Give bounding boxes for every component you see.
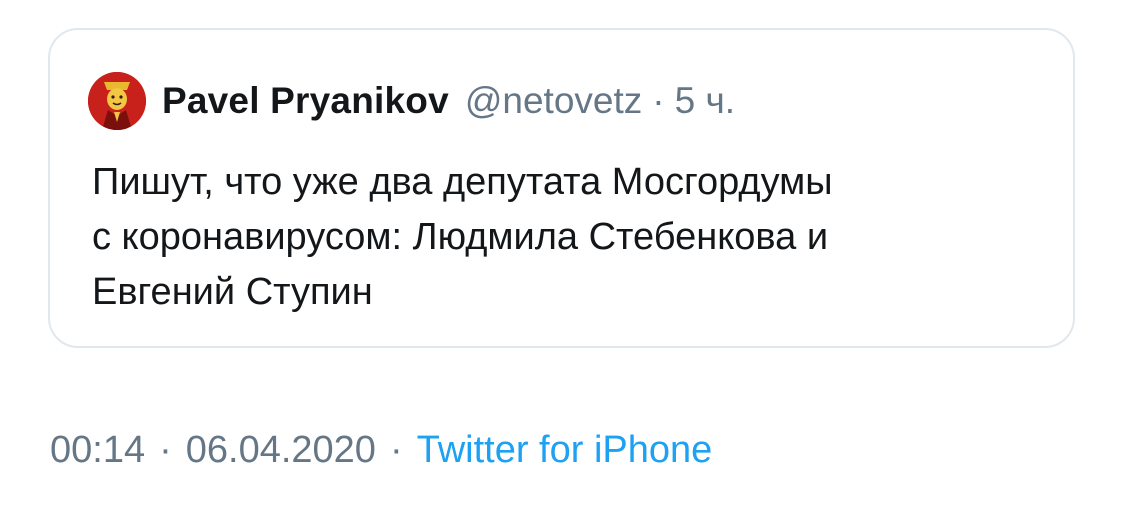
tweet-time[interactable]: 00:14 [50, 429, 145, 472]
author-handle[interactable]: @netovetz [465, 80, 642, 122]
quoted-tweet-text: Пишут, что уже два депутата Мосгордумы с… [92, 161, 833, 313]
header-separator: · [652, 80, 665, 121]
tweet-meta: 00:14 · 06.04.2020 · Twitter for iPhone [50, 422, 712, 478]
quoted-tweet-header: Pavel Pryanikov @netovetz · 5 ч. [162, 77, 735, 125]
meta-separator-1: · [159, 428, 172, 471]
red-devil-avatar-icon [88, 72, 146, 130]
tweet-time-ago[interactable]: 5 ч. [675, 80, 735, 122]
tweet-date[interactable]: 06.04.2020 [186, 429, 376, 472]
quoted-tweet-card[interactable]: Pavel Pryanikov @netovetz · 5 ч. Пишут, … [48, 28, 1075, 348]
author-avatar-icon[interactable] [88, 72, 146, 130]
author-name[interactable]: Pavel Pryanikov [162, 80, 449, 122]
meta-separator-2: · [389, 428, 403, 471]
tweet-source-link[interactable]: Twitter for iPhone [417, 429, 713, 472]
